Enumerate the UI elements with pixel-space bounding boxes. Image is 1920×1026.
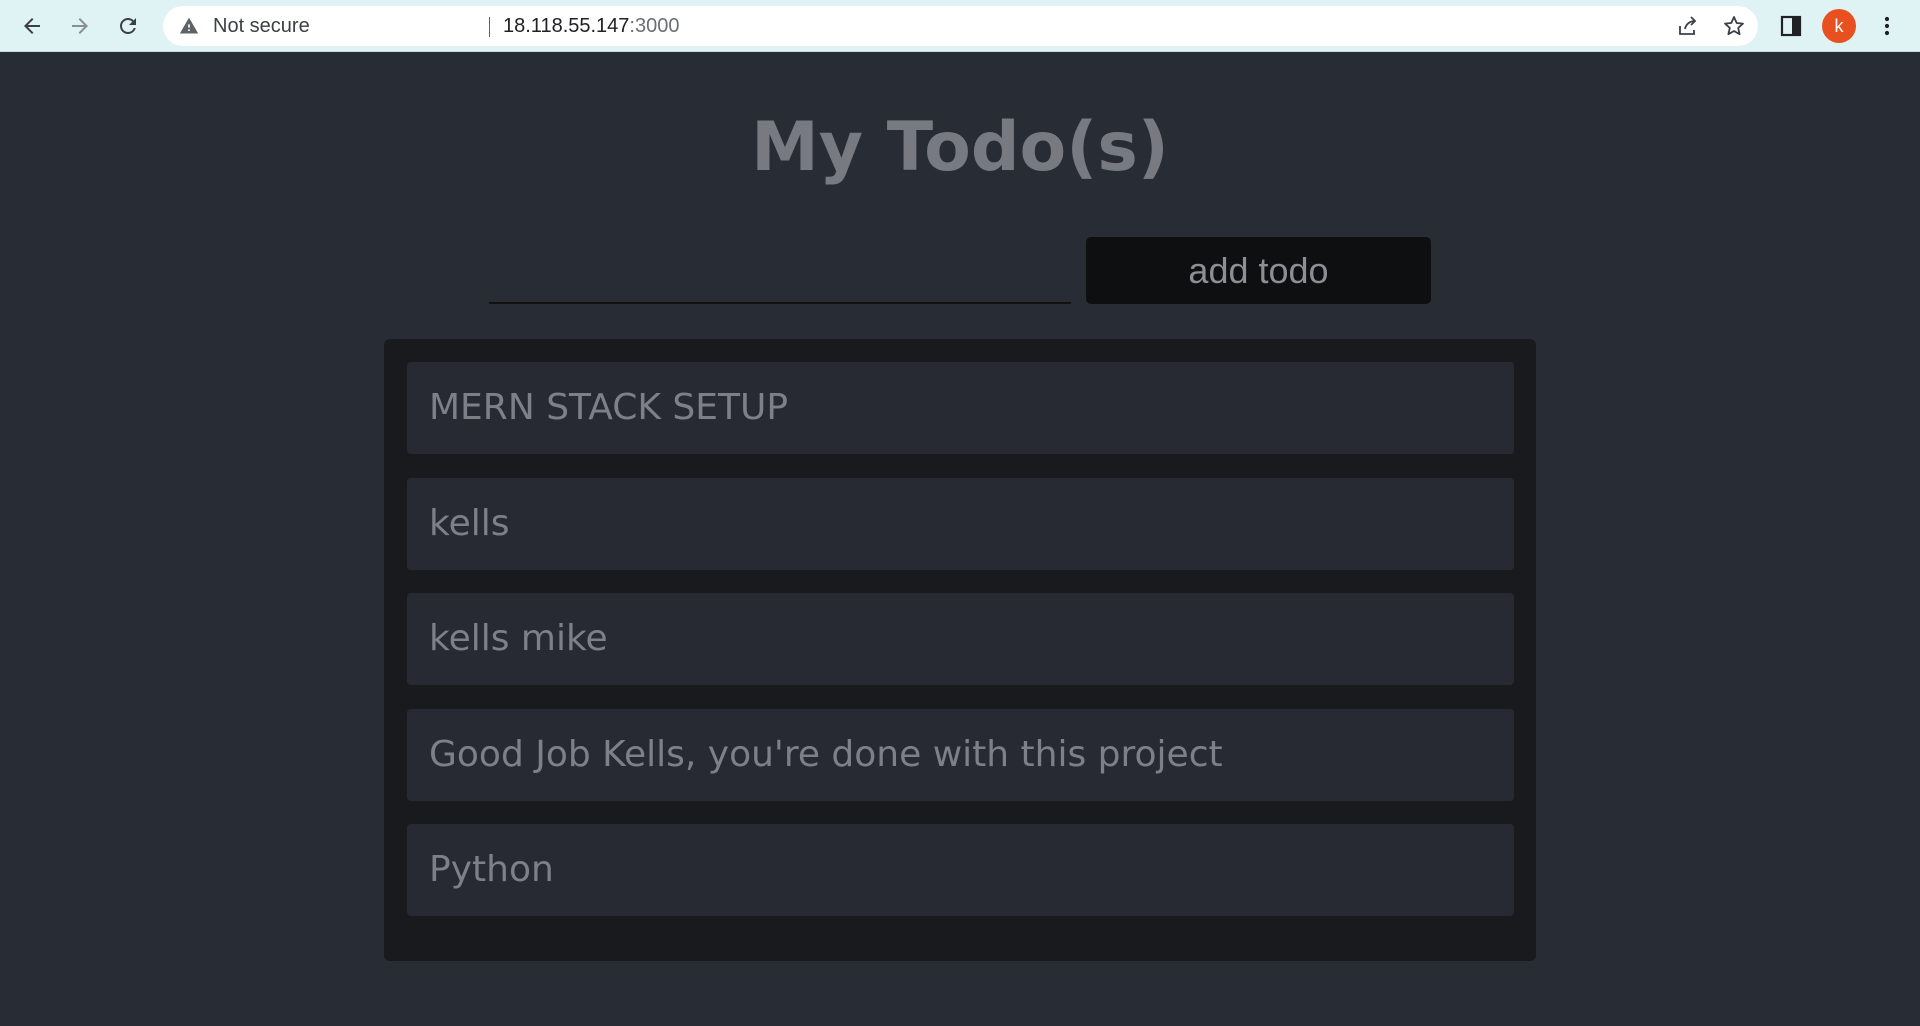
security-status-label[interactable]: Not secure — [213, 6, 310, 46]
todo-item[interactable]: Good Job Kells, you're done with this pr… — [407, 709, 1514, 801]
address-bar[interactable]: Not secure 18.118.55.147:3000 — [163, 6, 1758, 46]
browser-toolbar: Not secure 18.118.55.147:3000 k — [0, 0, 1920, 52]
url-text[interactable]: 18.118.55.147:3000 — [503, 6, 679, 46]
profile-avatar[interactable]: k — [1822, 9, 1856, 43]
todo-input[interactable] — [489, 244, 1071, 304]
reload-button[interactable] — [110, 8, 146, 44]
forward-arrow-icon — [72, 18, 88, 34]
todo-item[interactable]: kells — [407, 478, 1514, 570]
side-panel-button[interactable] — [1774, 9, 1808, 43]
url-host: 18.118.55.147 — [503, 15, 630, 37]
todo-item[interactable]: Python — [407, 824, 1514, 916]
omnibox-divider — [489, 17, 490, 37]
forward-button[interactable] — [62, 8, 98, 44]
url-port: :3000 — [629, 15, 680, 37]
back-arrow-icon — [24, 18, 40, 34]
todo-item[interactable]: kells mike — [407, 593, 1514, 685]
back-button[interactable] — [14, 8, 50, 44]
star-icon — [1724, 16, 1744, 36]
bookmark-button[interactable] — [1720, 14, 1748, 38]
share-button[interactable] — [1674, 14, 1702, 38]
browser-menu-button[interactable] — [1870, 9, 1904, 43]
todo-list: MERN STACK SETUP kells kells mike Good J… — [384, 339, 1536, 961]
add-todo-button[interactable]: add todo — [1086, 237, 1431, 304]
side-panel-icon — [1780, 15, 1802, 37]
todo-item[interactable]: MERN STACK SETUP — [407, 362, 1514, 454]
more-vertical-icon — [1884, 16, 1890, 36]
share-icon — [1679, 16, 1697, 35]
reload-icon — [120, 18, 136, 34]
warning-icon[interactable] — [179, 16, 199, 36]
page-title: My Todo(s) — [751, 108, 1169, 187]
